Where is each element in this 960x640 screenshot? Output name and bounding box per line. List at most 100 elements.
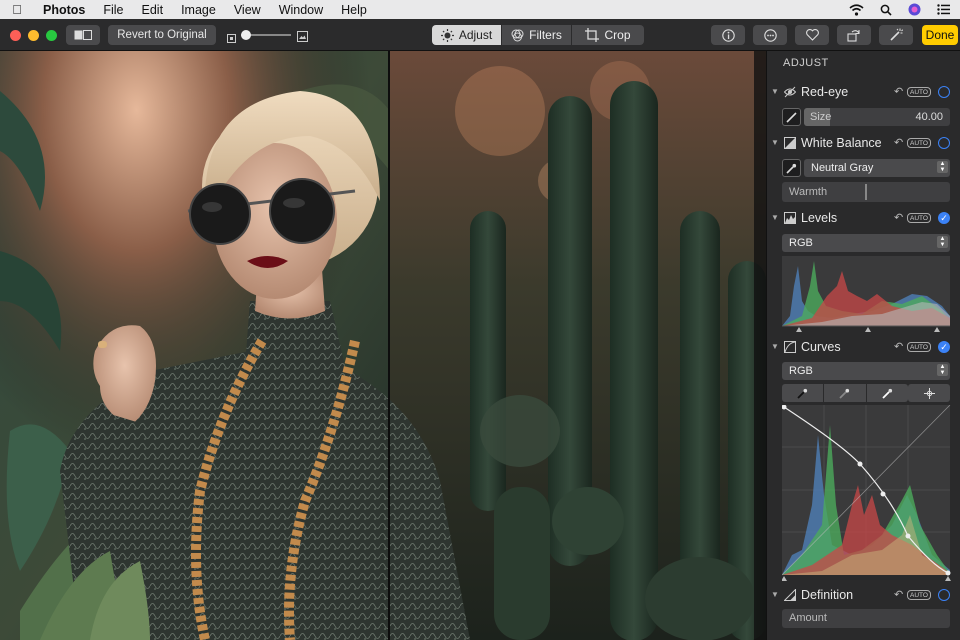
levels-auto-button[interactable]: AUTO (907, 213, 931, 223)
white-point-eyedropper-button[interactable] (867, 384, 908, 402)
disclosure-triangle-icon[interactable]: ▼ (771, 213, 779, 222)
tab-adjust[interactable]: Adjust (432, 25, 502, 45)
curve-point (945, 570, 951, 576)
curves-white-point-handle (945, 576, 951, 581)
warmth-slider-marker[interactable] (865, 184, 867, 200)
rotate-button[interactable] (837, 25, 871, 45)
wifi-icon[interactable] (849, 3, 864, 16)
info-button[interactable] (711, 25, 745, 45)
levels-toggle-checked[interactable]: ✓ (938, 212, 950, 224)
menu-extras (849, 0, 960, 19)
add-curve-point-button[interactable] (908, 384, 950, 402)
filters-icon (511, 29, 524, 41)
notification-center-icon[interactable] (937, 4, 950, 15)
curve-point (880, 491, 886, 497)
white-balance-eyedropper-button[interactable] (782, 159, 801, 177)
levels-histogram[interactable] (782, 256, 950, 334)
menu-view[interactable]: View (225, 3, 270, 17)
section-curves[interactable]: ▼ Curves ↶ AUTO ✓ (767, 337, 960, 357)
curves-graph[interactable] (782, 405, 952, 582)
warmth-slider[interactable]: Warmth (782, 182, 950, 202)
levels-icon (784, 212, 796, 224)
section-red-eye[interactable]: ▼ Red-eye ↶ AUTO (767, 82, 960, 102)
white-balance-toggle[interactable] (938, 137, 950, 149)
white-balance-preset-select[interactable]: Neutral Gray ▲ ▼ (804, 159, 950, 177)
crop-icon (585, 28, 600, 42)
red-eye-toggle[interactable] (938, 86, 950, 98)
toolbar: Revert to Original Adjust Filters Crop D… (0, 19, 960, 51)
menu-edit[interactable]: Edit (133, 3, 173, 17)
select-stepper-icon: ▲ ▼ (937, 161, 948, 173)
white-balance-auto-button[interactable]: AUTO (907, 138, 931, 148)
definition-toggle[interactable] (938, 589, 950, 601)
favorite-button[interactable] (795, 25, 829, 45)
tab-filters[interactable]: Filters (502, 25, 572, 45)
disclosure-triangle-icon[interactable]: ▼ (771, 87, 779, 96)
levels-channel-select[interactable]: RGB ▲ ▼ (782, 234, 950, 252)
levels-white-point-handle (934, 327, 940, 332)
curves-channel-select[interactable]: RGB ▲ ▼ (782, 362, 950, 380)
white-balance-reset-icon[interactable]: ↶ (894, 136, 903, 149)
menu-image[interactable]: Image (172, 3, 225, 17)
curves-label: Curves (801, 340, 841, 354)
definition-reset-icon[interactable]: ↶ (894, 588, 903, 601)
zoom-in-icon[interactable] (297, 29, 308, 47)
disclosure-triangle-icon[interactable]: ▼ (771, 342, 779, 351)
section-definition[interactable]: ▼ Definition ↶ AUTO (767, 585, 960, 605)
select-stepper-icon: ▲ ▼ (937, 236, 948, 248)
brush-icon (786, 111, 797, 123)
levels-label: Levels (801, 211, 838, 225)
curves-auto-button[interactable]: AUTO (907, 342, 931, 352)
zoom-slider-knob[interactable] (241, 30, 251, 40)
curves-black-point-handle (782, 576, 787, 581)
revert-to-original-button[interactable]: Revert to Original (108, 25, 216, 45)
red-eye-auto-button[interactable]: AUTO (907, 87, 931, 97)
minimize-window-button[interactable] (28, 30, 39, 41)
red-eye-reset-icon[interactable]: ↶ (894, 85, 903, 98)
zoom-window-button[interactable] (46, 30, 57, 41)
compare-before-after-button[interactable] (66, 25, 100, 45)
curve-point (857, 461, 863, 467)
definition-amount-slider[interactable]: Amount (782, 609, 950, 628)
white-balance-icon (784, 137, 796, 149)
size-value: 40.00 (915, 111, 943, 123)
gray-point-eyedropper-button[interactable] (824, 384, 867, 402)
curve-point (905, 533, 911, 539)
red-eye-brush-button[interactable] (782, 108, 801, 126)
auto-enhance-button[interactable] (879, 25, 913, 45)
more-options-button[interactable] (753, 25, 787, 45)
tab-crop-label: Crop (604, 28, 631, 42)
disclosure-triangle-icon[interactable]: ▼ (771, 138, 779, 147)
size-label: Size (810, 111, 832, 123)
zoom-out-icon[interactable] (227, 30, 236, 48)
definition-icon (784, 589, 796, 601)
photo-canvas[interactable] (0, 51, 766, 640)
section-levels[interactable]: ▼ Levels ↶ AUTO ✓ (767, 208, 960, 228)
menu-file[interactable]: File (94, 3, 132, 17)
disclosure-triangle-icon[interactable]: ▼ (771, 590, 779, 599)
section-white-balance[interactable]: ▼ White Balance ↶ AUTO (767, 133, 960, 153)
white-balance-label: White Balance (801, 136, 882, 150)
white-balance-preset-value: Neutral Gray (811, 162, 874, 174)
tab-crop[interactable]: Crop (572, 25, 644, 45)
levels-black-point-handle (796, 327, 802, 332)
curves-toggle-checked[interactable]: ✓ (938, 341, 950, 353)
levels-reset-icon[interactable]: ↶ (894, 211, 903, 224)
close-window-button[interactable] (10, 30, 21, 41)
black-point-eyedropper-button[interactable] (782, 384, 825, 402)
curves-reset-icon[interactable]: ↶ (894, 340, 903, 353)
curves-icon (784, 341, 796, 353)
red-eye-size-slider[interactable]: Size 40.00 (804, 108, 950, 126)
siri-icon[interactable] (908, 3, 921, 16)
edit-mode-tabs: Adjust Filters Crop (432, 25, 644, 45)
definition-auto-button[interactable]: AUTO (907, 590, 931, 600)
done-button[interactable]: Done (922, 25, 958, 45)
menu-window[interactable]: Window (270, 3, 332, 17)
eye-icon (784, 86, 796, 98)
search-icon[interactable] (880, 4, 892, 16)
menu-app-name[interactable]: Photos (34, 3, 94, 17)
adjust-sidebar: ADJUST ▼ Red-eye ↶ AUTO Size 40.00 ▼ Whi… (766, 51, 960, 640)
ellipsis-icon (763, 28, 777, 42)
menu-help[interactable]: Help (332, 3, 376, 17)
apple-menu-icon[interactable]:  (0, 2, 34, 17)
